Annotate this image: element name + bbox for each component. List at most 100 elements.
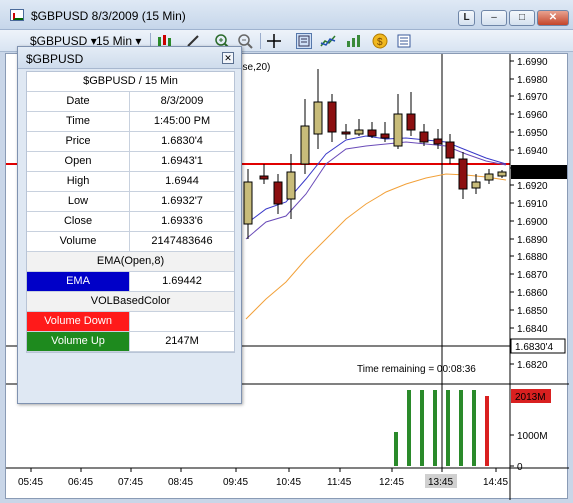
- data-box-row-value: 1.6830'4: [161, 135, 203, 147]
- crosshair-price-badge-text: 1.6830'4: [515, 342, 553, 353]
- data-box-row-label: High: [27, 172, 131, 191]
- maximize-button[interactable]: □: [509, 10, 535, 26]
- candle-up: [497, 171, 507, 177]
- minimize-button[interactable]: –: [481, 10, 507, 26]
- price-tick-label: 1.6840: [517, 324, 548, 335]
- candle-down: [406, 113, 416, 131]
- volume-up-value: 2147M: [165, 335, 199, 347]
- volume-bar-up: [472, 390, 476, 466]
- ema-row: EMA 1.69442: [27, 272, 234, 292]
- candle-up: [484, 173, 494, 181]
- ema-section-label: EMA(Open,8): [27, 252, 234, 271]
- indicator-label: ose,20): [237, 62, 270, 73]
- price-tick-label: 1.6970: [517, 92, 548, 103]
- candle-down: [458, 158, 468, 190]
- data-box-row-label: Low: [27, 192, 131, 211]
- close-button[interactable]: ✕: [537, 10, 569, 26]
- candle-down: [445, 141, 455, 159]
- volume-tick-label: 1000M: [517, 431, 548, 442]
- candle-down: [380, 133, 390, 139]
- indicators-icon[interactable]: [320, 33, 336, 49]
- strategy-icon[interactable]: [346, 33, 362, 49]
- time-tick-label: 10:45: [276, 477, 301, 488]
- volume-bar-down: [485, 396, 489, 466]
- candle-down: [367, 129, 377, 137]
- current-price-badge-text: 1.6926'9: [515, 168, 553, 179]
- data-box-row-label: Date: [27, 92, 131, 111]
- data-box-row-value: 1.6943'1: [161, 155, 203, 167]
- time-tick-label: 14:45: [483, 477, 508, 488]
- ema-label: EMA: [27, 272, 131, 291]
- time-tick-label: 11:45: [327, 477, 352, 488]
- price-tick-label: 1.6920: [517, 181, 548, 192]
- volume-tick-label: 0: [517, 462, 523, 473]
- data-box-row: Low 1.6932'7: [27, 192, 234, 212]
- toolbar-separator: [260, 33, 261, 49]
- data-box-row: Price 1.6830'4: [27, 132, 234, 152]
- price-tick-label: 1.6990: [517, 57, 548, 68]
- price-tick-label: 1.6980: [517, 75, 548, 86]
- data-box-row-label: Close: [27, 212, 131, 231]
- price-tick-label: 1.6910: [517, 199, 548, 210]
- candle-down: [259, 175, 269, 180]
- time-tick-label: 12:45: [379, 477, 404, 488]
- data-box-close-button[interactable]: ✕: [222, 52, 234, 64]
- data-box-header-row: $GBPUSD / 15 Min: [27, 72, 234, 92]
- candle-up: [300, 125, 310, 165]
- data-box-title: $GBPUSD: [26, 52, 84, 66]
- price-tick-label: 1.6850: [517, 306, 548, 317]
- volume-down-label: Volume Down: [27, 312, 131, 331]
- time-tick-label: 06:45: [68, 477, 93, 488]
- link-button[interactable]: L: [458, 10, 475, 26]
- ema-value: 1.69442: [162, 275, 202, 287]
- data-box-window[interactable]: $GBPUSD ✕ $GBPUSD / 15 Min Date 8/3/2009 T…: [17, 46, 242, 404]
- candle-up: [243, 181, 253, 225]
- window-title-bar: $GBPUSD 8/3/2009 (15 Min) L – □ ✕: [0, 0, 573, 30]
- data-box-row-label: Time: [27, 112, 131, 131]
- price-tick-label: 1.6880: [517, 252, 548, 263]
- price-tick-label: 1.6820: [517, 360, 548, 371]
- volume-bar-up: [433, 390, 437, 466]
- data-box-row: High 1.6944: [27, 172, 234, 192]
- data-box-header: $GBPUSD / 15 Min: [27, 72, 234, 91]
- ema-section-row: EMA(Open,8): [27, 252, 234, 272]
- data-box-row-value: 1:45:00 PM: [153, 115, 211, 127]
- chart-app-icon: [10, 9, 24, 21]
- data-box-title-bar[interactable]: $GBPUSD ✕: [18, 47, 241, 69]
- coin-icon[interactable]: $: [372, 33, 388, 49]
- candle-up: [393, 113, 403, 147]
- data-box-row-value: 2147483646: [151, 235, 213, 247]
- data-box-row-label: Open: [27, 152, 131, 171]
- data-box-row-value: 1.6944: [165, 175, 199, 187]
- volume-down-value: [130, 312, 234, 331]
- data-box-row: Time 1:45:00 PM: [27, 112, 234, 132]
- data-box-row: Open 1.6943'1: [27, 152, 234, 172]
- ema-20-line: [245, 173, 507, 320]
- candle-down: [433, 138, 443, 145]
- data-box-row-value: 1.6933'6: [161, 215, 203, 227]
- properties-icon[interactable]: [396, 33, 412, 49]
- data-box-row-label: Volume: [27, 232, 131, 251]
- data-box-row-value: 8/3/2009: [160, 95, 204, 107]
- volume-bar-up: [459, 390, 463, 466]
- price-tick-label: 1.6870: [517, 270, 548, 281]
- price-tick-label: 1.6860: [517, 288, 548, 299]
- data-box-row: Close 1.6933'6: [27, 212, 234, 232]
- price-tick-label: 1.6960: [517, 110, 548, 121]
- crosshair-time-text: 13:45: [428, 477, 453, 488]
- time-tick-label: 05:45: [18, 477, 43, 488]
- price-tick-label: 1.6890: [517, 235, 548, 246]
- time-tick-label: 09:45: [223, 477, 248, 488]
- data-box-grid: $GBPUSD / 15 Min Date 8/3/2009 Time 1:45:00…: [26, 71, 235, 353]
- price-tick-label: 1.6940: [517, 146, 548, 157]
- data-box-row: Date 8/3/2009: [27, 92, 234, 112]
- ema-secondary-line: [245, 141, 507, 240]
- volume-bar-up: [394, 432, 398, 466]
- volume-badge-text: 2013M: [515, 392, 546, 403]
- candle-up: [354, 129, 364, 135]
- data-box-row: Volume 2147483646: [27, 232, 234, 252]
- crosshair-icon[interactable]: [266, 33, 282, 49]
- data-box-icon[interactable]: [296, 33, 312, 49]
- window-title: $GBPUSD 8/3/2009 (15 Min): [31, 9, 186, 23]
- vol-section-label: VOLBasedColor: [27, 292, 234, 311]
